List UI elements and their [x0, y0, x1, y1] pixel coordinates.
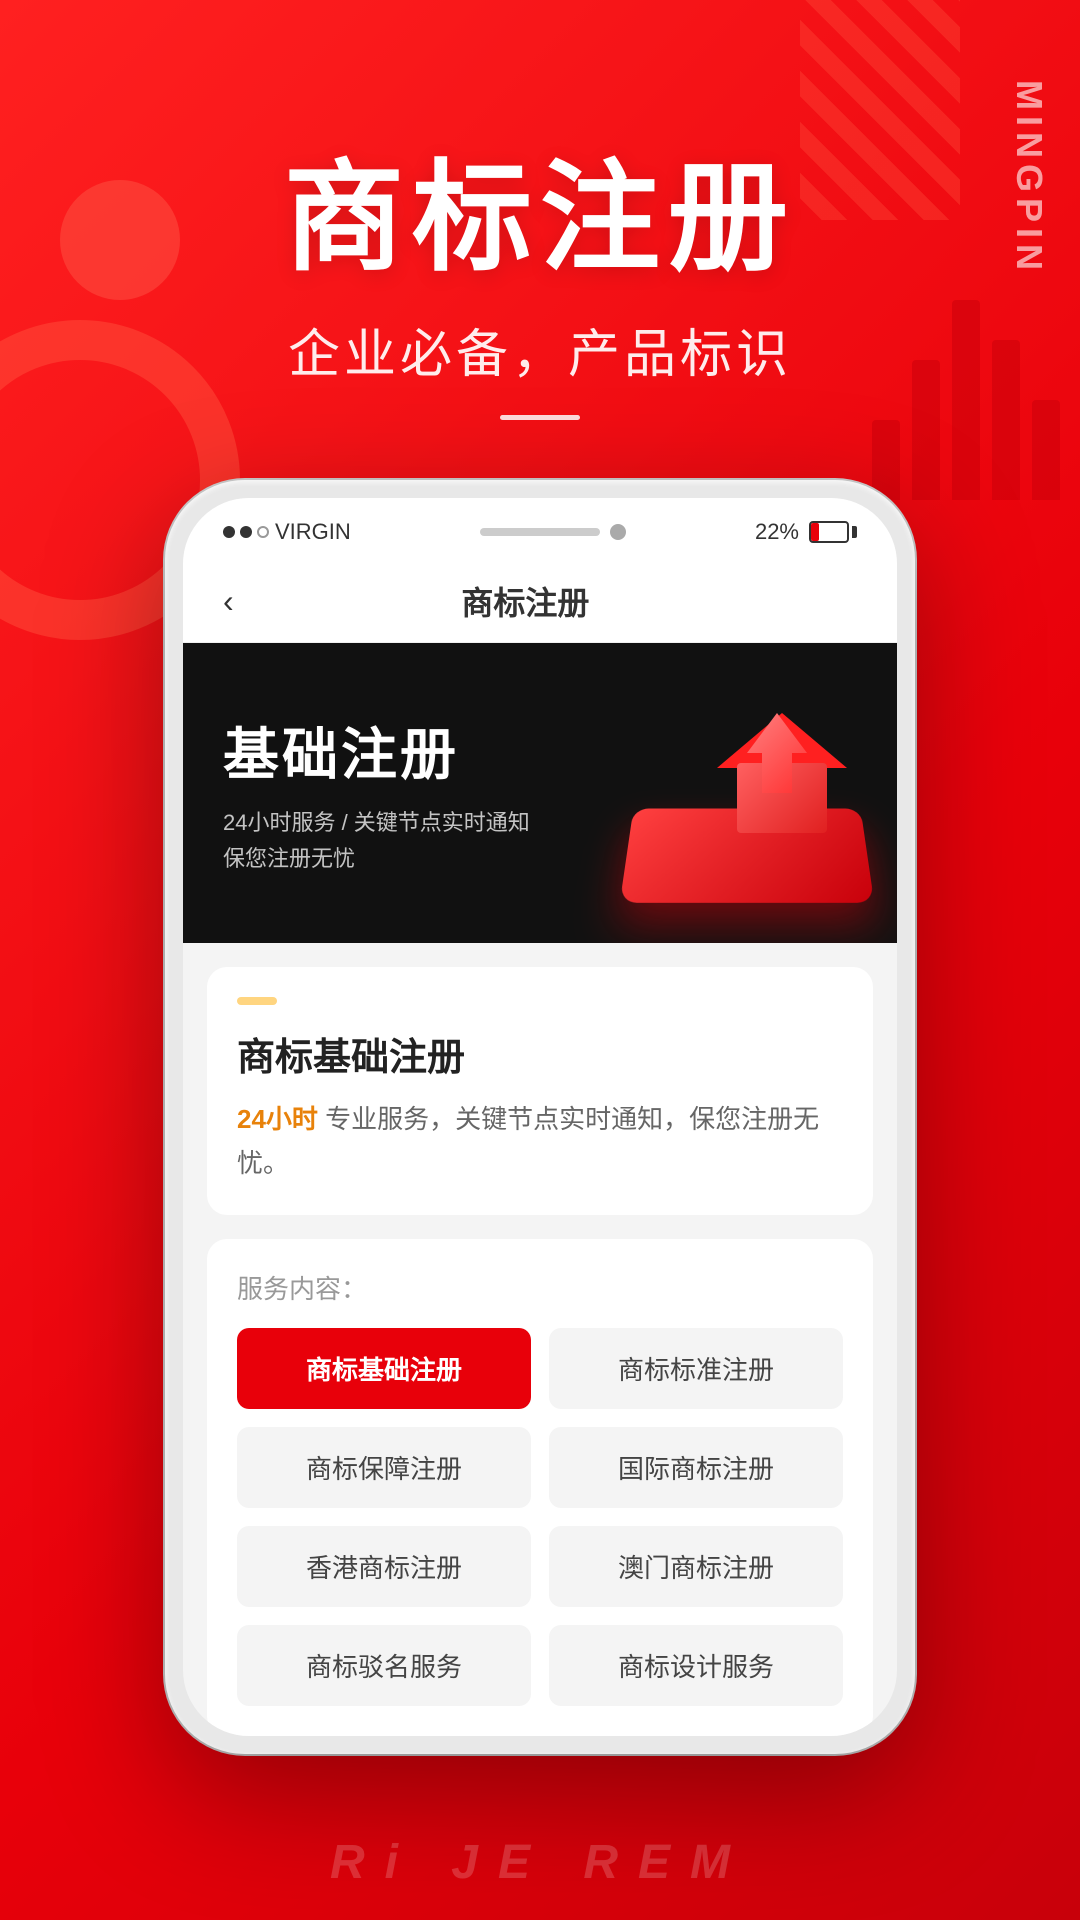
banner-desc-line1: 24小时服务 / 关键节点实时通知 — [223, 810, 530, 835]
card-tag — [237, 997, 277, 1005]
notch — [453, 514, 653, 550]
card-highlight: 24小时 — [237, 1104, 318, 1134]
service-btn-0[interactable]: 商标基础注册 — [237, 1328, 531, 1409]
back-button[interactable]: ‹ — [223, 583, 234, 620]
service-btn-4[interactable]: 香港商标注册 — [237, 1526, 531, 1607]
battery-icon — [809, 521, 857, 543]
banner-title: 基础注册 — [223, 710, 857, 791]
hero-divider — [500, 415, 580, 420]
status-bar: VIRGIN 22% — [183, 498, 897, 560]
signal-dot-3 — [257, 526, 269, 538]
hero-title: 商标注册 — [0, 120, 1080, 294]
battery-percent: 22% — [755, 519, 799, 545]
service-grid: 商标基础注册 商标标准注册 商标保障注册 国际商标注册 香港商标注册 澳门商标注… — [237, 1328, 843, 1706]
carrier-name: VIRGIN — [275, 519, 351, 545]
banner-section: 基础注册 24小时服务 / 关键节点实时通知 保您注册无忧 — [183, 643, 897, 943]
phone-outer-frame: VIRGIN 22% ‹ — [165, 480, 915, 1754]
battery-tip — [852, 526, 857, 538]
card-title: 商标基础注册 — [237, 1026, 843, 1081]
phone-mockup: VIRGIN 22% ‹ — [165, 480, 915, 1754]
service-btn-7[interactable]: 商标设计服务 — [549, 1625, 843, 1706]
card-desc-text: 专业服务，关键节点实时通知，保您注册无忧。 — [237, 1104, 819, 1178]
nav-bar: ‹ 商标注册 — [183, 560, 897, 643]
signal-dot-2 — [240, 526, 252, 538]
hero-section: 商标注册 企业必备，产品标识 — [0, 120, 1080, 420]
info-card: 商标基础注册 24小时 专业服务，关键节点实时通知，保您注册无忧。 — [207, 967, 873, 1215]
signal-dot-1 — [223, 526, 235, 538]
notch-camera — [610, 524, 626, 540]
watermark-text: Ri JE REM — [0, 1835, 1080, 1890]
service-card: 服务内容： 商标基础注册 商标标准注册 商标保障注册 国际商标注册 香港商标注册… — [207, 1239, 873, 1736]
phone-inner-screen: VIRGIN 22% ‹ — [183, 498, 897, 1736]
service-btn-1[interactable]: 商标标准注册 — [549, 1328, 843, 1409]
service-btn-5[interactable]: 澳门商标注册 — [549, 1526, 843, 1607]
banner-text: 基础注册 24小时服务 / 关键节点实时通知 保您注册无忧 — [223, 710, 857, 875]
banner-desc-line2: 保您注册无忧 — [223, 846, 355, 871]
page-title: 商标注册 — [234, 578, 817, 624]
card-desc: 24小时 专业服务，关键节点实时通知，保您注册无忧。 — [237, 1097, 843, 1185]
hero-subtitle: 企业必备，产品标识 — [0, 312, 1080, 387]
notch-bar — [480, 528, 600, 536]
banner-desc: 24小时服务 / 关键节点实时通知 保您注册无忧 — [223, 805, 857, 875]
service-label: 服务内容： — [237, 1269, 843, 1306]
battery-body — [809, 521, 849, 543]
battery-fill — [811, 523, 819, 541]
service-btn-2[interactable]: 商标保障注册 — [237, 1427, 531, 1508]
service-btn-3[interactable]: 国际商标注册 — [549, 1427, 843, 1508]
status-carrier: VIRGIN — [223, 519, 351, 545]
signal-dots — [223, 526, 269, 538]
bottom-watermark: Ri JE REM — [0, 1835, 1080, 1890]
service-btn-6[interactable]: 商标驳名服务 — [237, 1625, 531, 1706]
status-right: 22% — [755, 519, 857, 545]
